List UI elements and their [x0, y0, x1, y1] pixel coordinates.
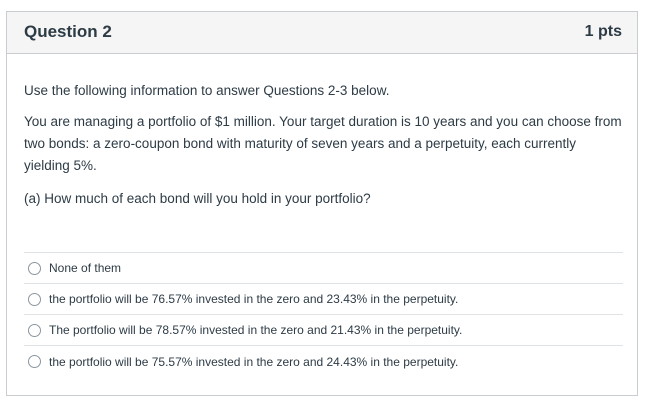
answer-label[interactable]: The portfolio will be 78.57% invested in…: [49, 323, 462, 337]
radio-button-icon[interactable]: [28, 292, 41, 306]
answer-label[interactable]: None of them: [49, 261, 121, 275]
radio-button-icon[interactable]: [28, 355, 41, 368]
question-prompt: (a) How much of each bond will you hold …: [24, 191, 371, 206]
answer-option-3[interactable]: The portfolio will be 78.57% invested in…: [24, 315, 623, 346]
question-header: Question 2 1 pts: [7, 12, 637, 54]
question-scenario: You are managing a portfolio of $1 milli…: [24, 114, 622, 173]
question-card: Question 2 1 pts Use the following infor…: [6, 11, 638, 396]
answer-option-2[interactable]: the portfolio will be 76.57% invested in…: [24, 284, 623, 315]
answer-option-4[interactable]: the portfolio will be 75.57% invested in…: [24, 346, 623, 377]
answer-option-1[interactable]: None of them: [24, 253, 623, 284]
question-title: Question 2: [24, 22, 112, 41]
radio-button-icon[interactable]: [28, 323, 41, 337]
question-intro: Use the following information to answer …: [24, 83, 390, 98]
answer-label[interactable]: the portfolio will be 76.57% invested in…: [49, 292, 458, 306]
answer-label[interactable]: the portfolio will be 75.57% invested in…: [49, 355, 458, 369]
radio-button-icon[interactable]: [28, 261, 41, 275]
answer-list: None of them the portfolio will be 76.57…: [24, 252, 623, 377]
question-points: 1 pts: [584, 23, 622, 40]
